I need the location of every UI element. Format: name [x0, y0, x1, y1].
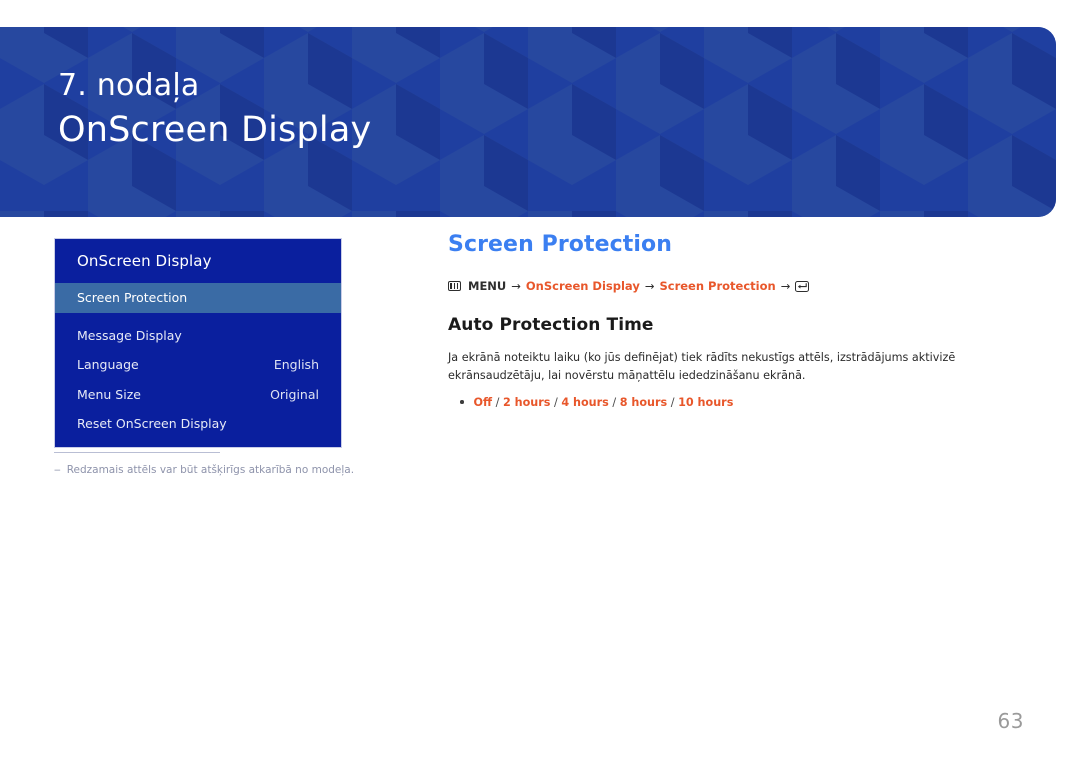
breadcrumb: MENU → OnScreen Display → Screen Protect… — [448, 279, 1014, 293]
footnote-block: ‒ Redzamais attēls var būt atšķirīgs atk… — [54, 452, 474, 478]
osd-menu-item-menu-size[interactable]: Menu Size Original — [55, 380, 341, 410]
option-value: 2 hours — [502, 395, 551, 409]
osd-menu-item-label: Language — [77, 357, 139, 373]
banner-text-block: 7. nodaļa OnScreen Display — [58, 71, 371, 148]
chapter-banner: 7. nodaļa OnScreen Display — [0, 27, 1056, 217]
option-list: Off / 2 hours / 4 hours / 8 hours / 10 h… — [448, 396, 1014, 409]
osd-menu-spacer — [55, 313, 341, 321]
breadcrumb-step-screen-protection[interactable]: Screen Protection — [659, 279, 775, 293]
breadcrumb-arrow: → — [644, 279, 655, 294]
option-value: 4 hours — [561, 395, 609, 409]
breadcrumb-menu-label: MENU — [468, 279, 507, 294]
osd-menu-bottom-spacer — [55, 439, 341, 447]
option-separator: / — [608, 395, 620, 409]
osd-menu-panel: OnScreen Display Screen Protection Messa… — [54, 238, 342, 448]
osd-menu-item-value: Original — [270, 386, 319, 402]
osd-menu-item-label: Reset OnScreen Display — [77, 416, 227, 432]
breadcrumb-arrow: → — [780, 279, 791, 294]
osd-menu-item-message-display[interactable]: Message Display — [55, 321, 341, 351]
section-heading-auto-protection-time: Auto Protection Time — [448, 315, 654, 336]
option-value: 8 hours — [619, 395, 668, 409]
osd-menu-item-language[interactable]: Language English — [55, 350, 341, 380]
option-separator: / — [492, 395, 503, 409]
menu-grid-icon — [448, 281, 461, 292]
page-title: Screen Protection — [448, 232, 672, 257]
osd-menu-item-label: Message Display — [77, 327, 182, 343]
footnote-dash: ‒ — [54, 464, 61, 476]
section-body-text: Ja ekrānā noteiktu laiku (ko jūs definēj… — [448, 351, 956, 382]
option-values: Off / 2 hours / 4 hours / 8 hours / 10 h… — [474, 396, 734, 409]
breadcrumb-arrow: → — [511, 279, 521, 294]
footnote: ‒ Redzamais attēls var būt atšķirīgs atk… — [54, 463, 474, 478]
osd-menu-item-screen-protection[interactable]: Screen Protection — [55, 283, 341, 313]
enter-key-icon — [795, 280, 810, 292]
osd-menu-item-label: Menu Size — [77, 386, 141, 402]
option-separator: / — [667, 395, 679, 409]
footnote-text: Redzamais attēls var būt atšķirīgs atkar… — [66, 464, 355, 476]
page-number: 63 — [997, 709, 1024, 733]
breadcrumb-step-onscreen-display[interactable]: OnScreen Display — [526, 279, 640, 293]
option-separator: / — [550, 395, 562, 409]
option-value: Off — [473, 395, 493, 409]
chapter-number: 7. nodaļa — [58, 68, 200, 103]
option-value: 10 hours — [678, 395, 734, 409]
chapter-title: OnScreen Display — [58, 110, 372, 150]
main-content: Screen Protection MENU → OnScreen Displa… — [448, 232, 1014, 409]
footnote-divider — [54, 452, 220, 453]
osd-menu-item-value: English — [273, 357, 319, 373]
osd-menu-item-reset-onscreen-display[interactable]: Reset OnScreen Display — [55, 409, 341, 439]
osd-menu-header: OnScreen Display — [77, 252, 212, 270]
osd-menu-item-label: Screen Protection — [77, 290, 188, 306]
bullet-icon — [460, 400, 464, 404]
list-item: Off / 2 hours / 4 hours / 8 hours / 10 h… — [448, 396, 1014, 409]
